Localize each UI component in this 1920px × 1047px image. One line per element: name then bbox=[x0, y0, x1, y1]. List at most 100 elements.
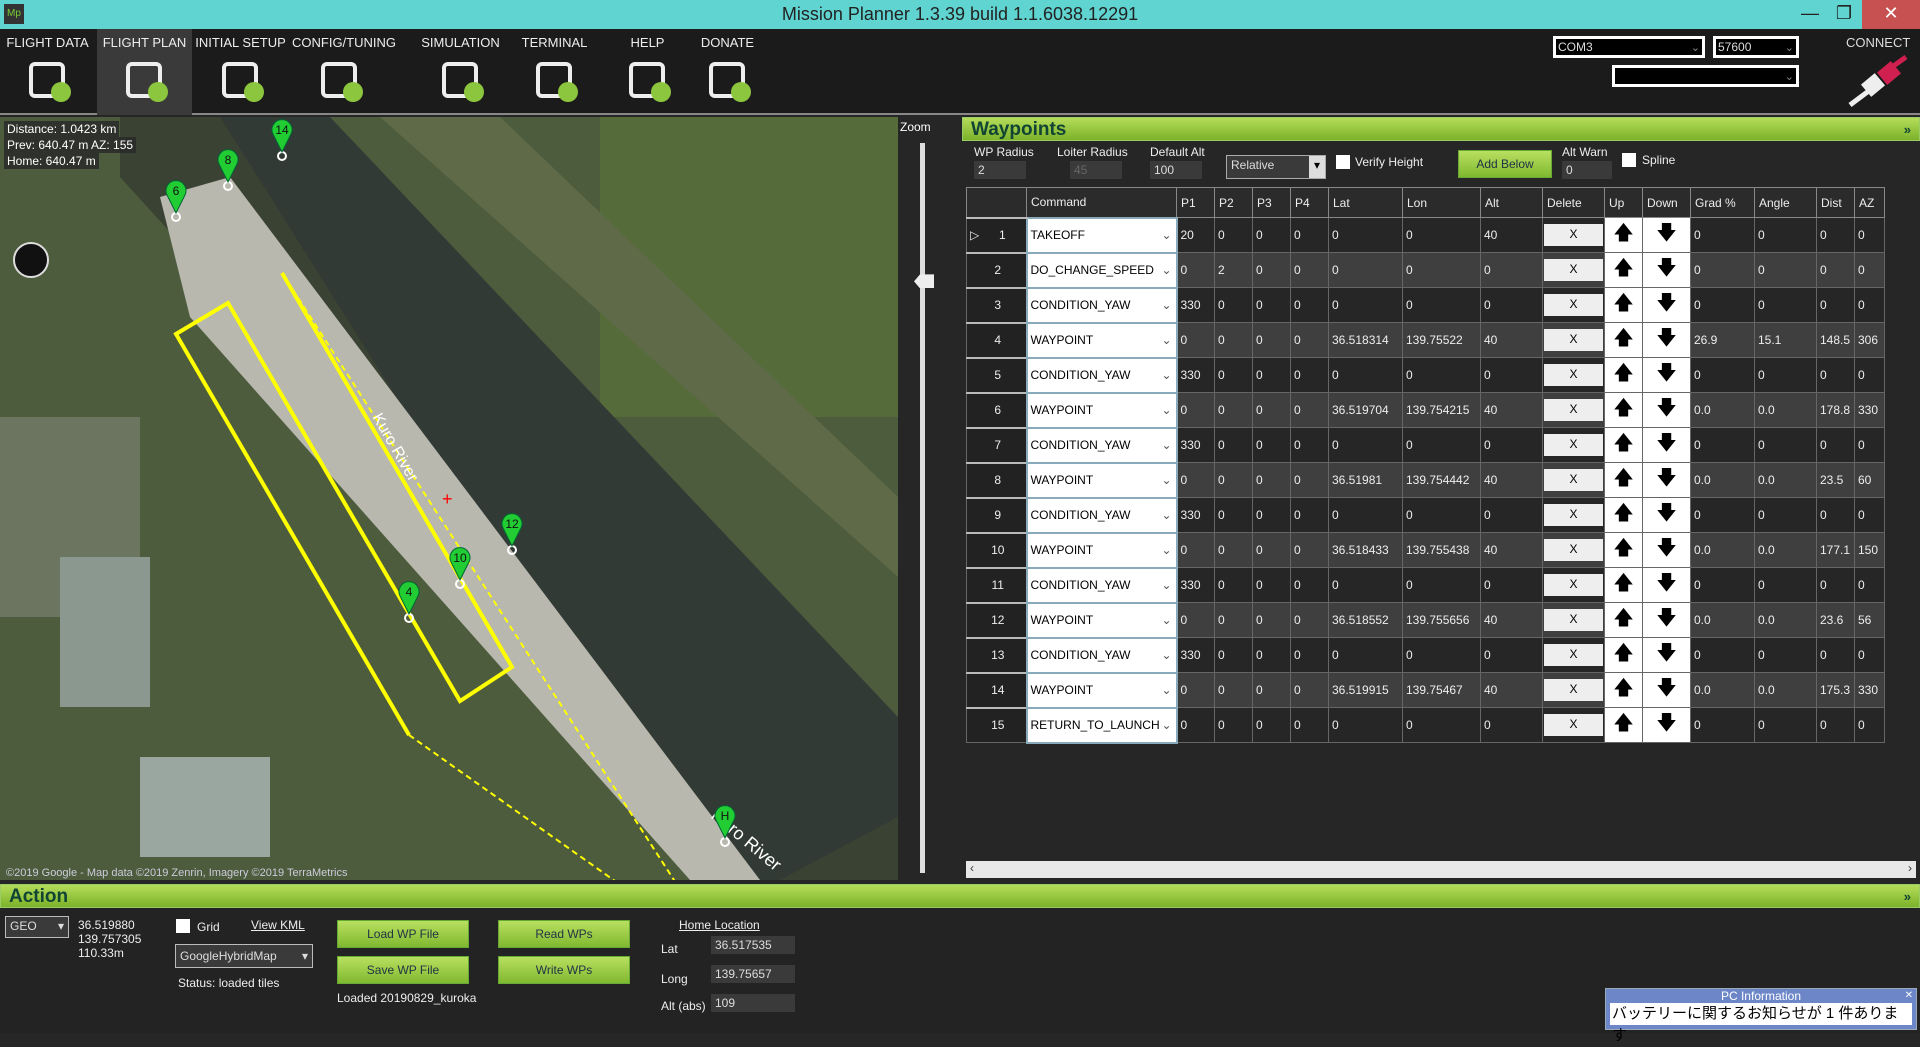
param-cell[interactable]: 0 bbox=[1402, 707, 1481, 743]
waypoint-row[interactable]: 7 CONDITION_YAW ⌄ 330 0 0 0 0 0 0 X 🡅 🡇 0 0 0 0 bbox=[966, 426, 1885, 464]
param-cell[interactable]: 0 bbox=[1328, 427, 1403, 463]
param-cell[interactable]: 36.51981 bbox=[1328, 462, 1403, 498]
param-cell[interactable]: 20 bbox=[1176, 217, 1215, 253]
column-header[interactable]: Angle bbox=[1754, 187, 1817, 218]
param-cell[interactable]: 40 bbox=[1480, 217, 1543, 253]
param-cell[interactable]: 0 bbox=[1328, 707, 1403, 743]
param-cell[interactable]: 0 bbox=[1214, 322, 1253, 358]
param-cell[interactable]: 2 bbox=[1214, 252, 1253, 288]
param-cell[interactable]: 139.75522 bbox=[1402, 322, 1481, 358]
menu-donate[interactable]: DONATE bbox=[680, 29, 775, 115]
command-select[interactable]: WAYPOINT ⌄ bbox=[1025, 531, 1178, 569]
command-select[interactable]: DO_CHANGE_SPEED ⌄ bbox=[1025, 251, 1178, 289]
move-down-icon[interactable]: 🡇 bbox=[1642, 252, 1691, 288]
save-wp-file-button[interactable]: Save WP File bbox=[337, 956, 469, 984]
param-cell[interactable]: 0 bbox=[1480, 357, 1543, 393]
move-down-icon[interactable]: 🡇 bbox=[1642, 672, 1691, 708]
menu-terminal[interactable]: TERMINAL bbox=[507, 29, 602, 115]
column-header[interactable]: Delete bbox=[1542, 187, 1605, 218]
param-cell[interactable]: 0 bbox=[1252, 707, 1291, 743]
param-cell[interactable]: 0 bbox=[1176, 602, 1215, 638]
delete-button[interactable]: X bbox=[1544, 434, 1603, 456]
column-header[interactable]: Command bbox=[1026, 187, 1177, 218]
param-cell[interactable]: 330 bbox=[1176, 637, 1215, 673]
row-header[interactable]: ▷ 1 bbox=[966, 216, 1027, 253]
delete-button[interactable]: X bbox=[1544, 714, 1603, 736]
param-cell[interactable]: 0 bbox=[1214, 602, 1253, 638]
command-select[interactable]: RETURN_TO_LAUNCH ⌄ bbox=[1025, 706, 1178, 744]
connect-plug-icon[interactable] bbox=[1840, 55, 1910, 111]
move-down-icon[interactable]: 🡇 bbox=[1642, 287, 1691, 323]
row-header[interactable]: 5 bbox=[966, 356, 1027, 393]
move-up-icon[interactable]: 🡅 bbox=[1604, 357, 1643, 393]
param-cell[interactable]: 0 bbox=[1290, 322, 1329, 358]
move-up-icon[interactable]: 🡅 bbox=[1604, 532, 1643, 568]
param-cell[interactable]: 0 bbox=[1252, 637, 1291, 673]
row-header[interactable]: 4 bbox=[966, 321, 1027, 358]
waypoint-row[interactable]: 6 WAYPOINT ⌄ 0 0 0 0 36.519704 139.754215 40 X 🡅 🡇 0.… bbox=[966, 391, 1885, 429]
move-down-icon[interactable]: 🡇 bbox=[1642, 322, 1691, 358]
param-cell[interactable]: 0 bbox=[1214, 567, 1253, 603]
param-cell[interactable]: 0 bbox=[1176, 532, 1215, 568]
param-cell[interactable]: 36.518314 bbox=[1328, 322, 1403, 358]
param-cell[interactable]: 0 bbox=[1480, 497, 1543, 533]
param-cell[interactable]: 0 bbox=[1252, 322, 1291, 358]
map-type-select[interactable]: GoogleHybridMap ▾ bbox=[175, 944, 313, 968]
param-cell[interactable]: 0 bbox=[1252, 392, 1291, 428]
param-cell[interactable]: 40 bbox=[1480, 532, 1543, 568]
param-cell[interactable]: 0 bbox=[1176, 322, 1215, 358]
column-header[interactable]: Up bbox=[1604, 187, 1643, 218]
spline-checkbox[interactable] bbox=[1622, 153, 1636, 167]
menu-initial-setup[interactable]: INITIAL SETUP bbox=[193, 29, 288, 115]
map-view[interactable]: Kuro River Kuro River ©2019 Google - Map… bbox=[0, 117, 898, 880]
param-cell[interactable]: 0 bbox=[1214, 427, 1253, 463]
move-down-icon[interactable]: 🡇 bbox=[1642, 532, 1691, 568]
row-header[interactable]: 10 bbox=[966, 531, 1027, 568]
row-header[interactable]: 3 bbox=[966, 286, 1027, 323]
param-cell[interactable]: 0 bbox=[1402, 497, 1481, 533]
row-header[interactable]: 14 bbox=[966, 671, 1027, 708]
param-cell[interactable]: 139.75467 bbox=[1402, 672, 1481, 708]
menu-flight-data[interactable]: FLIGHT DATA bbox=[0, 29, 95, 115]
column-header[interactable]: P1 bbox=[1176, 187, 1215, 218]
waypoint-row[interactable]: ▷ 1 TAKEOFF ⌄ 20 0 0 0 0 0 40 X 🡅 🡇 0 0 0 0 bbox=[966, 216, 1885, 254]
baud-select[interactable]: 57600 ⌄ bbox=[1713, 36, 1799, 58]
row-header[interactable]: 8 bbox=[966, 461, 1027, 498]
param-cell[interactable]: 0 bbox=[1480, 567, 1543, 603]
param-cell[interactable]: 0 bbox=[1214, 357, 1253, 393]
row-header[interactable]: 6 bbox=[966, 391, 1027, 428]
param-cell[interactable]: 0 bbox=[1176, 672, 1215, 708]
move-down-icon[interactable]: 🡇 bbox=[1642, 462, 1691, 498]
home-lat-input[interactable]: 36.517535 bbox=[711, 936, 795, 954]
move-up-icon[interactable]: 🡅 bbox=[1604, 217, 1643, 253]
move-down-icon[interactable]: 🡇 bbox=[1642, 637, 1691, 673]
move-down-icon[interactable]: 🡇 bbox=[1642, 357, 1691, 393]
waypoint-row[interactable]: 10 WAYPOINT ⌄ 0 0 0 0 36.518433 139.755438 40 X 🡅 🡇 0… bbox=[966, 531, 1885, 569]
param-cell[interactable]: 0 bbox=[1328, 567, 1403, 603]
param-cell[interactable]: 0 bbox=[1176, 462, 1215, 498]
column-header[interactable]: Lat bbox=[1328, 187, 1403, 218]
move-down-icon[interactable]: 🡇 bbox=[1642, 567, 1691, 603]
add-below-button[interactable]: Add Below bbox=[1458, 150, 1552, 178]
command-select[interactable]: CONDITION_YAW ⌄ bbox=[1025, 636, 1178, 674]
scroll-right-icon[interactable]: › bbox=[1908, 861, 1912, 875]
param-cell[interactable]: 0 bbox=[1328, 217, 1403, 253]
param-cell[interactable]: 0 bbox=[1328, 497, 1403, 533]
grid-checkbox[interactable] bbox=[176, 919, 190, 933]
param-cell[interactable]: 0 bbox=[1402, 637, 1481, 673]
scroll-left-icon[interactable]: ‹ bbox=[970, 861, 974, 875]
popup-close-icon[interactable]: ✕ bbox=[1905, 990, 1913, 1001]
collapse-action-icon[interactable]: » bbox=[1904, 885, 1919, 909]
home-alt-input[interactable]: 109 bbox=[711, 994, 795, 1012]
param-cell[interactable]: 0 bbox=[1252, 672, 1291, 708]
view-kml-link[interactable]: View KML bbox=[251, 918, 305, 932]
param-cell[interactable]: 0 bbox=[1480, 252, 1543, 288]
row-header[interactable]: 7 bbox=[966, 426, 1027, 463]
waypoint-row[interactable]: 2 DO_CHANGE_SPEED ⌄ 0 2 0 0 0 0 0 X 🡅 🡇 0 0 0 0 bbox=[966, 251, 1885, 289]
move-up-icon[interactable]: 🡅 bbox=[1604, 637, 1643, 673]
waypoint-row[interactable]: 15 RETURN_TO_LAUNCH ⌄ 0 0 0 0 0 0 0 X 🡅 🡇 0 0 0 0 bbox=[966, 706, 1885, 744]
param-cell[interactable]: 0 bbox=[1290, 672, 1329, 708]
link-select[interactable]: ⌄ bbox=[1612, 65, 1799, 87]
waypoint-row[interactable]: 13 CONDITION_YAW ⌄ 330 0 0 0 0 0 0 X 🡅 🡇 0 0 0 0 bbox=[966, 636, 1885, 674]
param-cell[interactable]: 139.755656 bbox=[1402, 602, 1481, 638]
